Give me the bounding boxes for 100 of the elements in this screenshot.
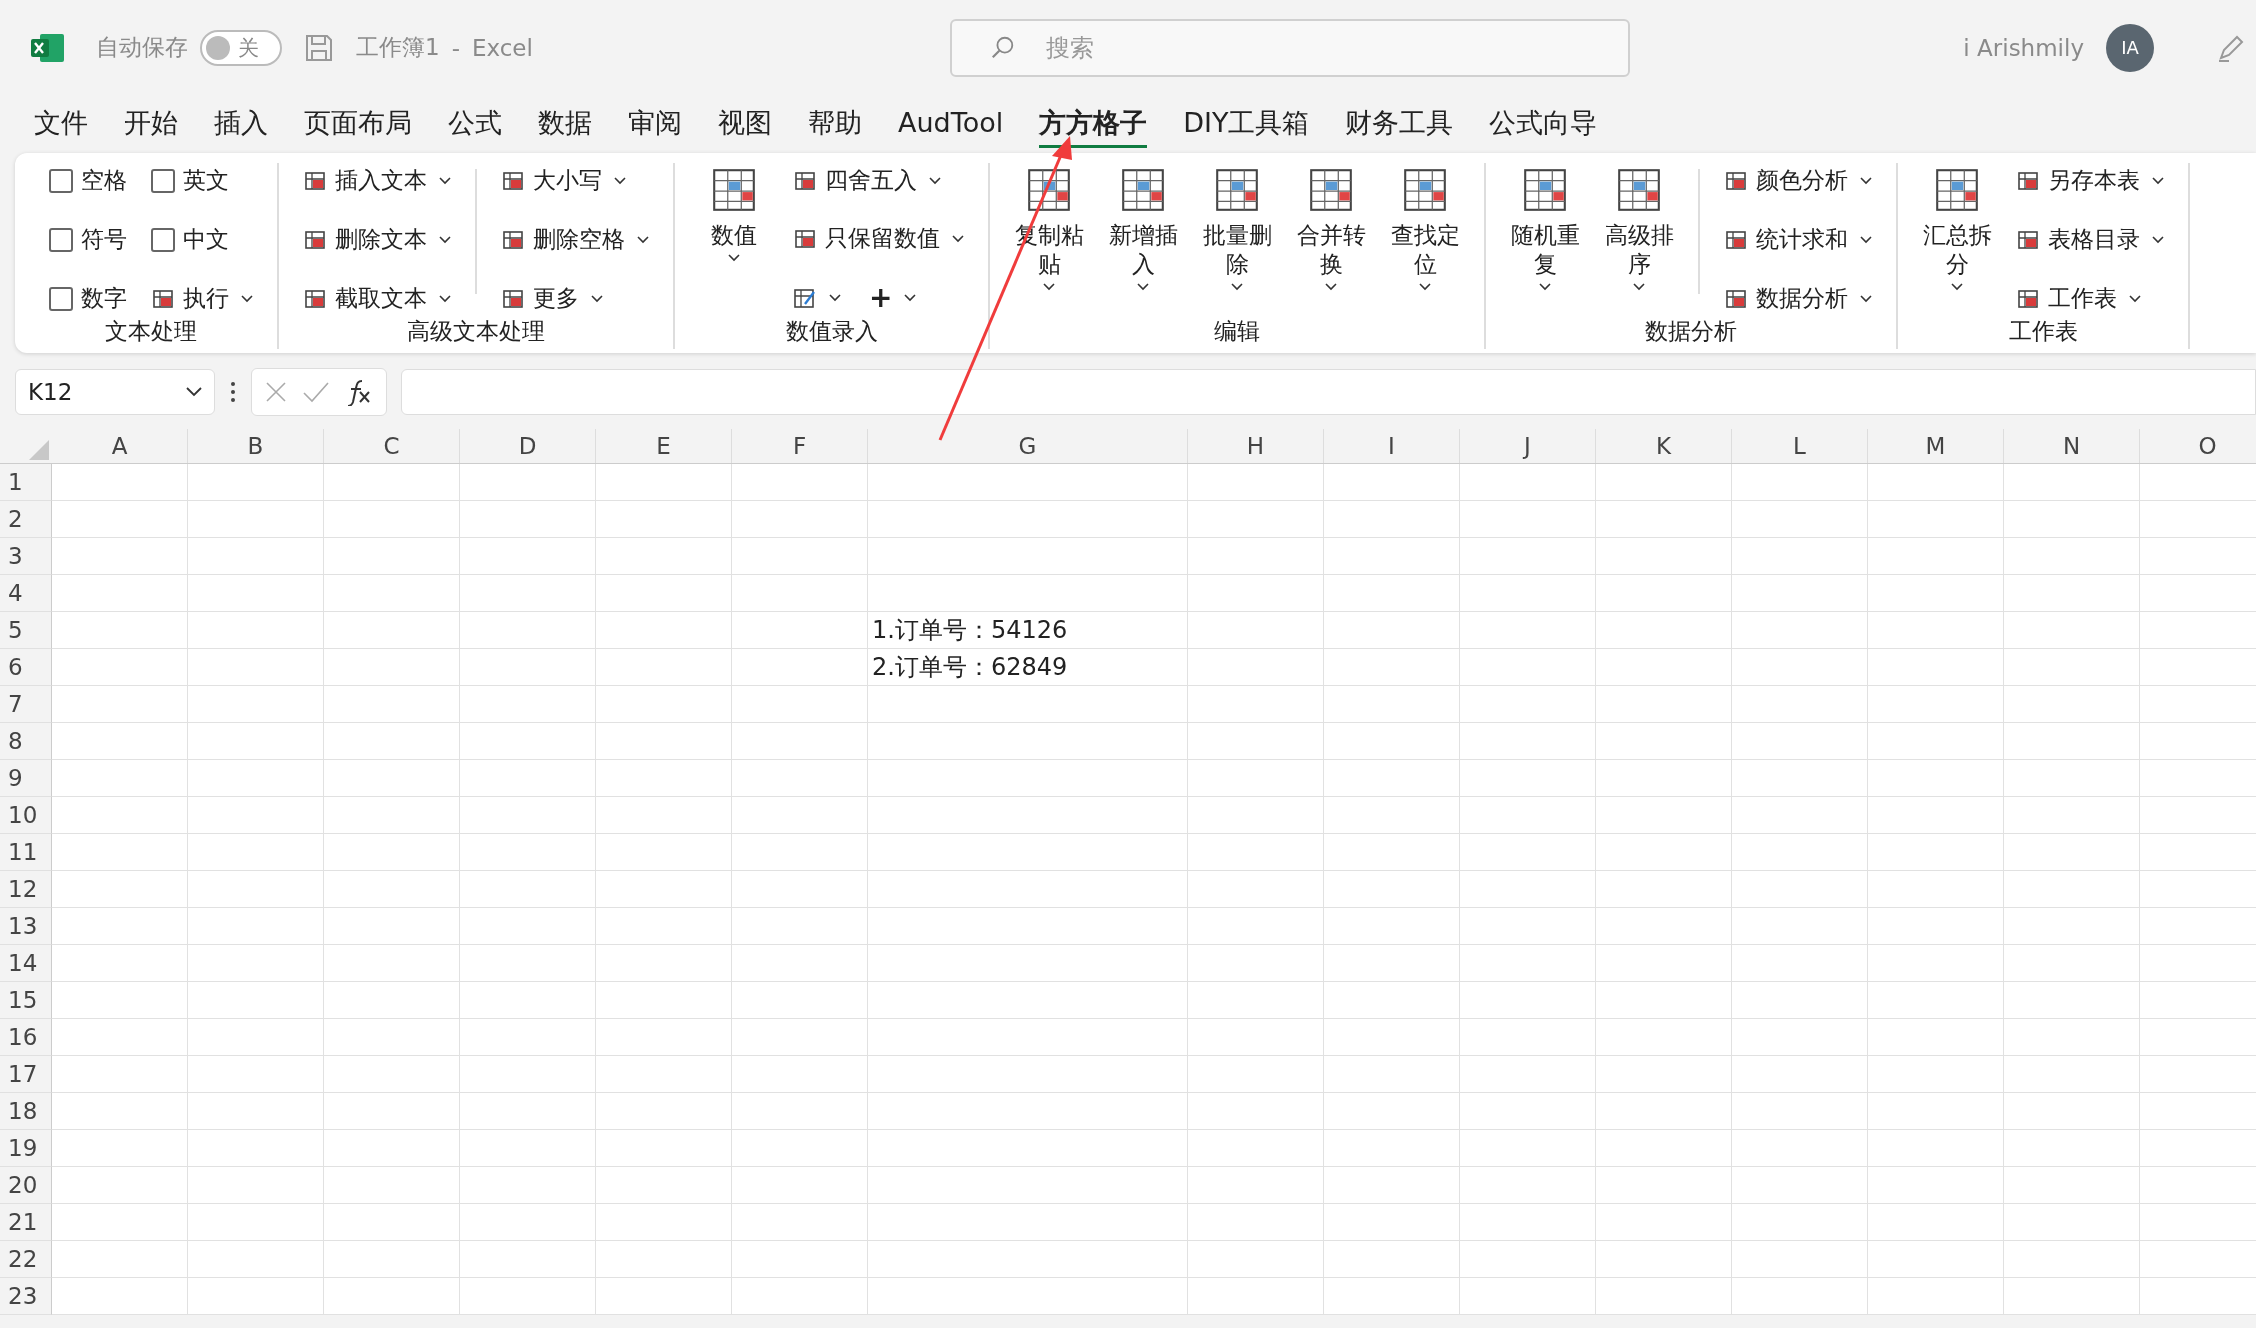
cell[interactable] xyxy=(1460,1241,1596,1278)
cell[interactable] xyxy=(1868,871,2004,908)
cell[interactable] xyxy=(324,1056,460,1093)
cell[interactable] xyxy=(460,538,596,575)
cell[interactable] xyxy=(868,501,1188,538)
cell[interactable] xyxy=(1868,612,2004,649)
column-header[interactable]: D xyxy=(460,429,596,463)
cell[interactable] xyxy=(596,501,732,538)
row-header[interactable]: 17 xyxy=(0,1056,52,1093)
cell[interactable]: 2.订单号：62849 xyxy=(868,649,1188,686)
cell[interactable] xyxy=(324,612,460,649)
column-header[interactable]: J xyxy=(1460,429,1596,463)
cell[interactable] xyxy=(1868,538,2004,575)
cell[interactable] xyxy=(732,1019,868,1056)
cell[interactable] xyxy=(1324,464,1460,501)
cell[interactable] xyxy=(1324,1278,1460,1315)
column-header[interactable]: K xyxy=(1596,429,1732,463)
cell[interactable] xyxy=(2004,538,2140,575)
cell[interactable] xyxy=(596,686,732,723)
cell[interactable] xyxy=(188,1278,324,1315)
cell[interactable] xyxy=(732,1167,868,1204)
cell[interactable] xyxy=(1460,760,1596,797)
cell[interactable] xyxy=(1324,1093,1460,1130)
cell[interactable] xyxy=(1596,1056,1732,1093)
cell[interactable] xyxy=(596,464,732,501)
cell[interactable] xyxy=(188,501,324,538)
cell[interactable] xyxy=(188,908,324,945)
cell[interactable] xyxy=(188,723,324,760)
cell[interactable] xyxy=(1596,908,1732,945)
cell[interactable] xyxy=(1188,982,1324,1019)
ribbon-button[interactable]: 表格目录 xyxy=(2012,222,2168,257)
row-header[interactable]: 1 xyxy=(0,464,52,501)
cell[interactable] xyxy=(460,1093,596,1130)
cell[interactable] xyxy=(1188,1093,1324,1130)
cell[interactable] xyxy=(1324,760,1460,797)
cell[interactable] xyxy=(324,649,460,686)
cell[interactable] xyxy=(732,908,868,945)
name-box[interactable]: K12 xyxy=(15,369,215,415)
row-header[interactable]: 16 xyxy=(0,1019,52,1056)
cell[interactable] xyxy=(52,982,188,1019)
cell[interactable] xyxy=(1596,538,1732,575)
cell[interactable] xyxy=(1732,612,1868,649)
ribbon-button[interactable]: 截取文本 xyxy=(299,281,455,316)
cell[interactable] xyxy=(1324,686,1460,723)
row-header[interactable]: 23 xyxy=(0,1278,52,1315)
cell[interactable] xyxy=(596,982,732,1019)
menu-tab[interactable]: 公式 xyxy=(448,100,502,148)
row-header[interactable]: 12 xyxy=(0,871,52,908)
cell[interactable] xyxy=(1188,945,1324,982)
cell[interactable] xyxy=(596,538,732,575)
cell[interactable] xyxy=(1188,908,1324,945)
cell[interactable] xyxy=(52,538,188,575)
cell[interactable] xyxy=(868,1130,1188,1167)
menu-tab[interactable]: 审阅 xyxy=(628,100,682,148)
cell[interactable] xyxy=(1596,1278,1732,1315)
cell[interactable] xyxy=(2004,908,2140,945)
cell[interactable] xyxy=(732,612,868,649)
cell[interactable] xyxy=(1596,1019,1732,1056)
cell[interactable] xyxy=(1460,871,1596,908)
ribbon-button[interactable]: 汇总拆分 xyxy=(1918,163,1996,293)
column-header[interactable]: H xyxy=(1188,429,1324,463)
cell[interactable] xyxy=(324,1019,460,1056)
ribbon-button[interactable]: 删除文本 xyxy=(299,222,455,257)
ribbon-button[interactable]: 工作表 xyxy=(2012,281,2168,316)
cell[interactable] xyxy=(1460,797,1596,834)
cell[interactable] xyxy=(732,1056,868,1093)
cell[interactable] xyxy=(1868,686,2004,723)
cell[interactable] xyxy=(1868,501,2004,538)
cell[interactable] xyxy=(460,1278,596,1315)
cell[interactable] xyxy=(868,1093,1188,1130)
ribbon-button[interactable]: 新增插入 xyxy=(1104,163,1182,293)
row-header[interactable]: 21 xyxy=(0,1204,52,1241)
cell[interactable] xyxy=(1732,1204,1868,1241)
cell[interactable] xyxy=(1188,871,1324,908)
cell[interactable] xyxy=(52,1204,188,1241)
cell[interactable] xyxy=(460,1204,596,1241)
cell[interactable] xyxy=(1188,649,1324,686)
row-header[interactable]: 15 xyxy=(0,982,52,1019)
row-header[interactable]: 6 xyxy=(0,649,52,686)
cell[interactable] xyxy=(324,834,460,871)
cell[interactable] xyxy=(460,723,596,760)
cell[interactable] xyxy=(1732,1019,1868,1056)
cell[interactable] xyxy=(1460,612,1596,649)
cell[interactable] xyxy=(1460,1204,1596,1241)
cell[interactable] xyxy=(324,945,460,982)
cell[interactable] xyxy=(732,575,868,612)
menu-tab[interactable]: DIY工具箱 xyxy=(1183,100,1310,148)
cell[interactable] xyxy=(188,1019,324,1056)
cell[interactable] xyxy=(188,1056,324,1093)
cell[interactable] xyxy=(1868,834,2004,871)
cell[interactable] xyxy=(188,871,324,908)
cell[interactable] xyxy=(1188,1278,1324,1315)
cell[interactable] xyxy=(2004,945,2140,982)
cell[interactable] xyxy=(52,760,188,797)
cell[interactable] xyxy=(188,945,324,982)
cell[interactable] xyxy=(324,982,460,1019)
cell[interactable] xyxy=(868,1204,1188,1241)
cell[interactable] xyxy=(1188,501,1324,538)
cell[interactable] xyxy=(2004,982,2140,1019)
cell[interactable] xyxy=(1188,1167,1324,1204)
